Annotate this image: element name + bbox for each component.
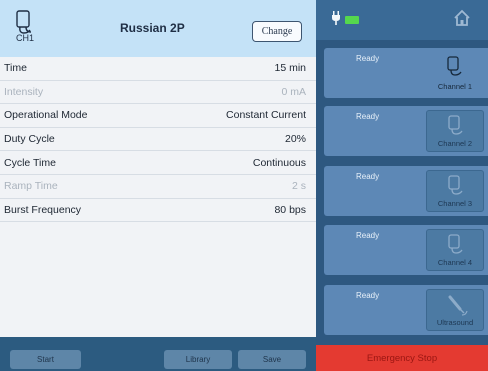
channel-status: Ready: [356, 231, 380, 240]
param-row-intensity: Intensity 0 mA: [0, 81, 316, 105]
channel-4-button[interactable]: Channel 4: [426, 229, 484, 271]
param-value: 20%: [284, 133, 306, 146]
start-button[interactable]: Start: [10, 350, 81, 369]
param-value: 2 s: [291, 180, 306, 193]
channel-button-label: Channel 1: [437, 82, 473, 91]
channel-button-label: Channel 2: [437, 139, 473, 148]
param-value: 15 min: [274, 62, 306, 75]
channel-status: Ready: [356, 172, 380, 181]
param-row-ramp-time: Ramp Time 2 s: [0, 175, 316, 199]
channel-panel: Ready Channel 1 Ready Channel 2 Ready Ch…: [316, 0, 488, 371]
channel-status: Ready: [356, 291, 380, 300]
param-row-duty-cycle[interactable]: Duty Cycle 20%: [0, 128, 316, 152]
channel-status: Ready: [356, 112, 380, 121]
param-value: 80 bps: [274, 203, 306, 216]
param-value: 0 mA: [281, 85, 306, 98]
change-program-button[interactable]: Change: [252, 21, 302, 42]
param-row-time[interactable]: Time 15 min: [0, 57, 316, 81]
program-header: CH1 Russian 2P Change: [0, 0, 316, 57]
param-label: Burst Frequency: [4, 203, 82, 216]
battery-icon: [345, 16, 359, 24]
status-bar: [316, 0, 488, 40]
channel-status: Ready: [356, 54, 380, 63]
param-row-burst-frequency[interactable]: Burst Frequency 80 bps: [0, 199, 316, 223]
library-button[interactable]: Library: [164, 350, 232, 369]
program-name: Russian 2P: [120, 21, 185, 35]
channel-card-3[interactable]: Ready Channel 3: [324, 166, 488, 216]
channel-button-label: Ultrasound: [436, 318, 474, 327]
param-label: Duty Cycle: [4, 133, 55, 146]
parameter-list: Time 15 min Intensity 0 mA Operational M…: [0, 57, 316, 223]
save-button[interactable]: Save: [238, 350, 306, 369]
param-row-operational-mode[interactable]: Operational Mode Constant Current: [0, 104, 316, 128]
channel-card-1[interactable]: Ready Channel 1: [324, 48, 488, 98]
param-label: Intensity: [4, 85, 44, 98]
param-label: Ramp Time: [4, 180, 58, 193]
action-bar: Start Library Save: [0, 337, 316, 371]
channel-card-4[interactable]: Ready Channel 4: [324, 225, 488, 275]
home-icon[interactable]: [453, 9, 471, 32]
program-panel: CH1 Russian 2P Change Time 15 min Intens…: [0, 0, 316, 371]
channel-2-button[interactable]: Channel 2: [426, 110, 484, 152]
param-label: Cycle Time: [4, 156, 56, 169]
emergency-stop-button[interactable]: Emergency Stop: [316, 345, 488, 371]
channel-1-button[interactable]: Channel 1: [426, 52, 484, 94]
param-value: Continuous: [252, 156, 306, 169]
channel-button-label: Channel 4: [437, 258, 473, 267]
channel-electrode-icon: [448, 175, 463, 195]
param-row-cycle-time[interactable]: Cycle Time Continuous: [0, 151, 316, 175]
ultrasound-probe-icon: [448, 295, 468, 316]
channel-electrode-icon: [447, 56, 462, 76]
param-value: Constant Current: [226, 109, 306, 122]
ultrasound-button[interactable]: Ultrasound: [426, 289, 484, 331]
channel-label: CH1: [15, 33, 34, 43]
param-label: Operational Mode: [4, 109, 88, 122]
channel-electrode-icon: [448, 115, 463, 135]
channel-card-2[interactable]: Ready Channel 2: [324, 106, 488, 156]
channel-3-button[interactable]: Channel 3: [426, 170, 484, 212]
channel-card-ultrasound[interactable]: Ready Ultrasound: [324, 285, 488, 335]
plug-icon: [331, 11, 341, 30]
channel-button-label: Channel 3: [437, 199, 473, 208]
param-label: Time: [4, 62, 27, 75]
channel-electrode-icon: [448, 234, 463, 254]
